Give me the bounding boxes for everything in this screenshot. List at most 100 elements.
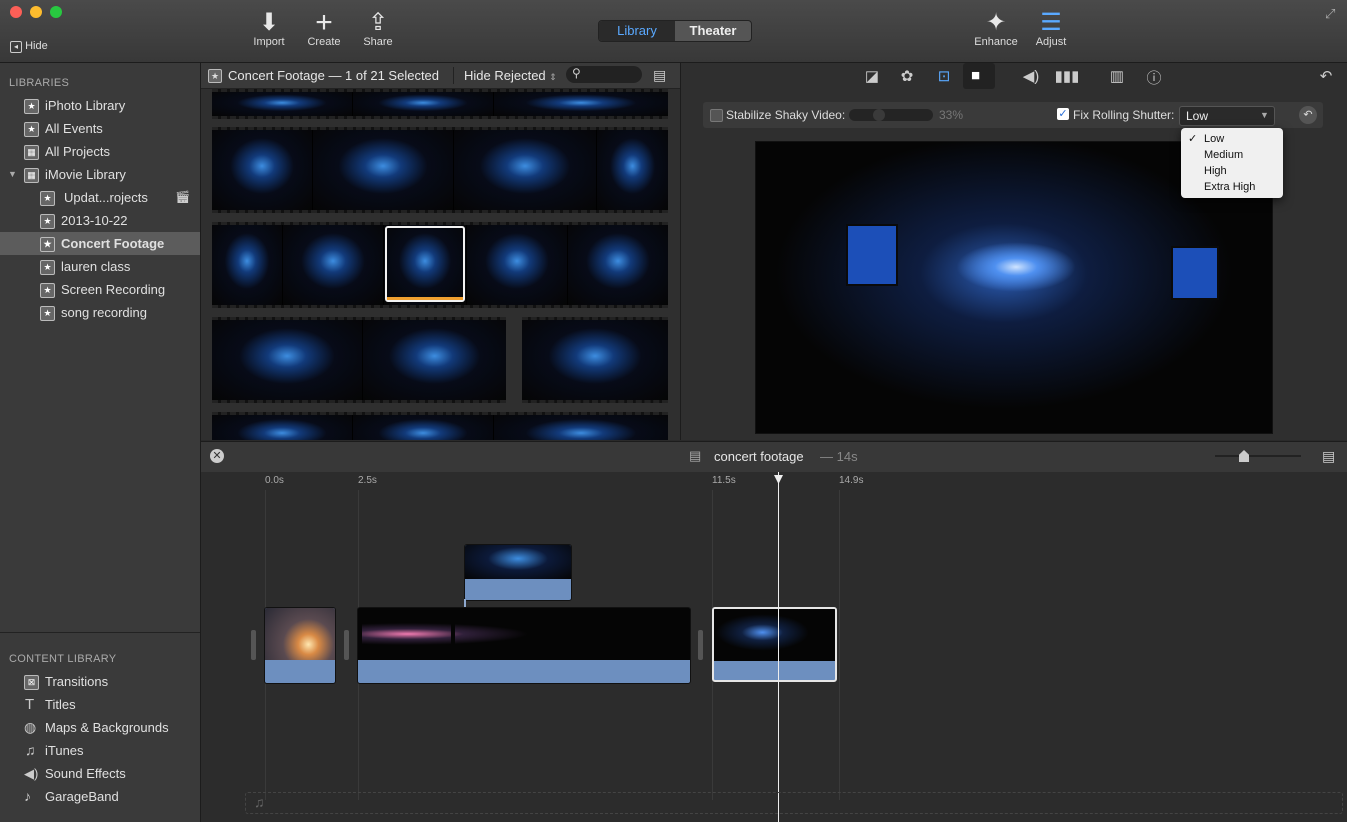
- stabilize-checkbox[interactable]: [710, 109, 723, 122]
- music-well[interactable]: ♫: [245, 792, 1343, 814]
- stabilize-slider[interactable]: [849, 109, 933, 121]
- magic-wand-icon: ✦: [985, 9, 1007, 36]
- crop-icon[interactable]: ⊡: [931, 67, 957, 85]
- sliders-icon: ☰: [1040, 9, 1062, 36]
- share-icon: ⇪: [367, 9, 389, 36]
- slider-knob[interactable]: [873, 109, 885, 121]
- concert-clip[interactable]: [357, 607, 691, 684]
- stabilize-label: Stabilize Shaky Video:: [726, 108, 846, 122]
- reset-all-icon[interactable]: ↶: [1313, 67, 1339, 85]
- content-library-header: CONTENT LIBRARY: [9, 653, 117, 665]
- sidebar: LIBRARIES ★ iPhoto Library ★ All Events …: [0, 63, 201, 822]
- enhance-button[interactable]: ✦ Enhance: [966, 9, 1026, 49]
- sidebar-item-maps-backgrounds[interactable]: ◍ Maps & Backgrounds: [0, 716, 200, 739]
- color-palette-icon[interactable]: ✿: [894, 67, 920, 85]
- adjust-button[interactable]: ☰ Adjust: [1021, 9, 1081, 49]
- rolling-shutter-menu: ✓ Low Medium High Extra High: [1181, 128, 1283, 198]
- filter-popup[interactable]: Hide Rejected ⇕: [464, 63, 557, 90]
- stage-screen-right: [1171, 246, 1219, 300]
- globe-icon: ◍: [24, 719, 37, 735]
- filmstrip[interactable]: [212, 317, 506, 403]
- timeline-settings-icon[interactable]: ▤: [1322, 448, 1335, 465]
- sidebar-item-iphoto-library[interactable]: ★ iPhoto Library: [0, 94, 200, 117]
- filmstrip[interactable]: [212, 127, 668, 213]
- create-button[interactable]: + Create: [294, 8, 354, 49]
- hide-button[interactable]: ◂ Hide: [10, 40, 48, 53]
- sidebar-item-concert-footage[interactable]: ★ Concert Footage: [0, 232, 200, 255]
- grid-icon: ▦: [24, 168, 39, 183]
- zoom-slider-knob[interactable]: [1239, 450, 1249, 462]
- sidebar-item-2013-10-22[interactable]: ★ 2013-10-22: [0, 209, 200, 232]
- sidebar-item-lauren-class[interactable]: ★ lauren class: [0, 255, 200, 278]
- close-project-icon[interactable]: ✕: [210, 449, 224, 463]
- stabilize-value: 33%: [939, 108, 964, 122]
- timeline-header: ✕ ▤ concert footage — 14s ▤: [201, 441, 1347, 473]
- clip-edge-handle[interactable]: [251, 630, 256, 660]
- view-segmented-control: Library Theater: [598, 20, 752, 42]
- sidebar-item-song-recording[interactable]: ★ song recording: [0, 301, 200, 324]
- search-input[interactable]: ⚲: [566, 66, 642, 83]
- rolling-shutter-checkbox[interactable]: ✓: [1057, 108, 1069, 120]
- filmstrip[interactable]: [522, 317, 668, 403]
- sidebar-item-imovie-library[interactable]: ▼ ▦ iMovie Library: [0, 163, 200, 186]
- disclosure-triangle-icon[interactable]: ▼: [8, 163, 17, 186]
- playhead-marker[interactable]: [774, 475, 783, 484]
- chevron-down-icon: ▼: [1260, 110, 1269, 120]
- menu-item-high[interactable]: High: [1181, 163, 1283, 179]
- sidebar-item-updated-projects[interactable]: ★ Updat...rojects 🎬︎: [0, 186, 200, 209]
- connected-clip[interactable]: [464, 544, 572, 601]
- zoom-slider[interactable]: [1215, 450, 1301, 462]
- menu-item-medium[interactable]: Medium: [1181, 147, 1283, 163]
- sidebar-item-transitions[interactable]: ⊠ Transitions: [0, 670, 200, 693]
- fullscreen-icon[interactable]: ⤢: [1325, 6, 1335, 22]
- filmstrip[interactable]: [212, 412, 668, 440]
- close-window-button[interactable]: [10, 6, 22, 18]
- libraries-header: LIBRARIES: [9, 77, 70, 89]
- time-tick: 14.9s: [839, 475, 864, 486]
- menu-item-low[interactable]: ✓ Low: [1181, 131, 1283, 147]
- music-note-icon: ♫: [254, 794, 265, 810]
- star-icon: ★: [40, 214, 55, 229]
- minimize-window-button[interactable]: [30, 6, 42, 18]
- sunset-clip[interactable]: [264, 607, 336, 684]
- equalizer-icon[interactable]: ▮▮▮: [1054, 67, 1080, 85]
- sidebar-item-sound-effects[interactable]: ◀) Sound Effects: [0, 762, 200, 785]
- toolbar: ◂ Hide ⬇ Import + Create ⇪ Share Library…: [0, 0, 1347, 63]
- menu-item-extra-high[interactable]: Extra High: [1181, 179, 1283, 195]
- selected-concert-clip[interactable]: [712, 607, 837, 682]
- library-tab[interactable]: Library: [599, 21, 675, 41]
- sidebar-item-all-projects[interactable]: ▦ All Projects: [0, 140, 200, 163]
- import-button[interactable]: ⬇ Import: [239, 10, 299, 49]
- sidebar-item-garageband[interactable]: ♪ GarageBand: [0, 785, 200, 808]
- filmstrip-settings-icon[interactable]: ▤: [653, 63, 666, 88]
- sidebar-item-all-events[interactable]: ★ All Events: [0, 117, 200, 140]
- clip-edge-handle[interactable]: [698, 630, 703, 660]
- color-balance-icon[interactable]: ◪: [859, 67, 885, 85]
- speaker-icon: ◀): [24, 766, 39, 781]
- zoom-window-button[interactable]: [50, 6, 62, 18]
- sidebar-item-titles[interactable]: T Titles: [0, 693, 200, 716]
- rolling-shutter-popup[interactable]: Low ▼: [1179, 106, 1275, 126]
- playhead[interactable]: [778, 472, 779, 822]
- hide-icon: ◂: [10, 41, 22, 53]
- volume-icon[interactable]: ◀): [1018, 67, 1044, 85]
- stabilization-tab[interactable]: ■: [963, 63, 995, 89]
- clip-filter-icon[interactable]: ▥: [1104, 67, 1130, 85]
- share-button[interactable]: ⇪ Share: [348, 9, 408, 49]
- timeline: 0.0s 2.5s 11.5s 14.9s ♫: [201, 472, 1347, 822]
- gridline: [839, 490, 840, 800]
- filmstrip[interactable]: [212, 89, 668, 119]
- divider: [453, 67, 454, 84]
- info-icon[interactable]: ⓘ: [1141, 67, 1167, 88]
- event-browser: ★ Concert Footage — 1 of 21 Selected Hid…: [201, 63, 681, 440]
- clip-thumbnail: [358, 608, 690, 660]
- project-name: concert footage: [714, 449, 804, 464]
- reset-stabilization-icon[interactable]: ↶: [1299, 106, 1317, 124]
- music-note-icon: ♫: [25, 742, 36, 758]
- sidebar-item-screen-recording[interactable]: ★ Screen Recording: [0, 278, 200, 301]
- sidebar-item-itunes[interactable]: ♫ iTunes: [0, 739, 200, 762]
- guitar-icon: ♪: [24, 788, 31, 804]
- clip-edge-handle[interactable]: [344, 630, 349, 660]
- selection-range[interactable]: [385, 226, 465, 302]
- theater-tab[interactable]: Theater: [675, 21, 751, 41]
